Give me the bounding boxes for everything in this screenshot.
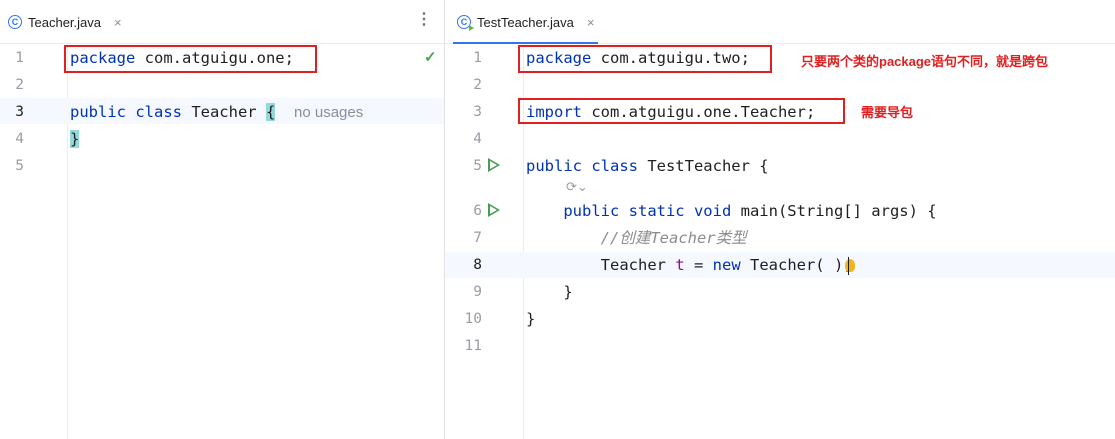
code-line-main-close[interactable]: } xyxy=(526,282,572,302)
tab-label: TestTeacher.java xyxy=(477,14,574,30)
line-number: 3 xyxy=(15,104,24,120)
left-editor-pane: C Teacher.java × ⋮ 1 2 3 4 5 package com… xyxy=(0,0,444,439)
line-number: 6 xyxy=(473,203,482,219)
tab-testteacher-java[interactable]: C TestTeacher.java × xyxy=(452,0,599,44)
usages-hint[interactable]: no usages xyxy=(294,104,363,121)
line-number: 4 xyxy=(15,131,24,147)
line-number: 5 xyxy=(473,158,482,174)
line-number: 3 xyxy=(473,104,482,120)
code-line-new-teacher[interactable]: Teacher t = new Teacher( ); xyxy=(526,255,853,275)
line-number: 9 xyxy=(473,284,482,300)
package-highlight-box xyxy=(64,45,317,73)
right-editor-pane: C TestTeacher.java × 1 2 3 4 5 6 7 8 9 1… xyxy=(445,0,1115,439)
line-number: 1 xyxy=(15,50,24,66)
text-caret xyxy=(848,257,849,275)
code-line-class-decl[interactable]: public class TestTeacher { xyxy=(526,156,769,176)
line-number: 1 xyxy=(473,50,482,66)
tab-teacher-java[interactable]: C Teacher.java × xyxy=(8,0,122,44)
code-line-class-decl[interactable]: public class Teacher { no usages xyxy=(70,102,363,123)
check-icon: ✓ xyxy=(424,49,437,66)
line-number: 10 xyxy=(464,311,482,327)
code-line-class-close[interactable]: } xyxy=(526,309,535,329)
package-highlight-box xyxy=(518,45,772,73)
line-number: 8 xyxy=(473,257,482,273)
package-annotation: 只要两个类的package语句不同，就是跨包 xyxy=(801,54,1049,69)
run-main-icon[interactable] xyxy=(488,203,500,217)
left-tab-bar: C Teacher.java × ⋮ xyxy=(0,0,444,44)
lightbulb-icon[interactable] xyxy=(845,259,855,272)
line-number: 2 xyxy=(473,77,482,93)
import-highlight-box xyxy=(518,98,845,124)
java-class-icon: C xyxy=(8,15,22,29)
ai-assistant-icon[interactable]: ⟳⌄ xyxy=(566,179,588,195)
import-annotation: 需要导包 xyxy=(861,105,914,120)
close-icon[interactable]: × xyxy=(587,15,595,30)
more-options-icon[interactable]: ⋮ xyxy=(416,12,432,28)
code-line-main-decl[interactable]: public static void main(String[] args) { xyxy=(526,201,936,221)
line-number: 5 xyxy=(15,158,24,174)
right-tab-bar: C TestTeacher.java × xyxy=(445,0,1115,44)
code-line-comment[interactable]: //创建Teacher类型 xyxy=(526,228,747,248)
line-number: 2 xyxy=(15,77,24,93)
line-number: 7 xyxy=(473,230,482,246)
line-number: 4 xyxy=(473,131,482,147)
code-line-close-brace[interactable]: } xyxy=(70,129,80,149)
tab-label: Teacher.java xyxy=(28,14,101,30)
run-class-icon[interactable] xyxy=(488,158,500,172)
close-icon[interactable]: × xyxy=(114,15,122,30)
java-test-class-icon: C xyxy=(457,15,474,31)
line-number: 11 xyxy=(464,338,482,354)
